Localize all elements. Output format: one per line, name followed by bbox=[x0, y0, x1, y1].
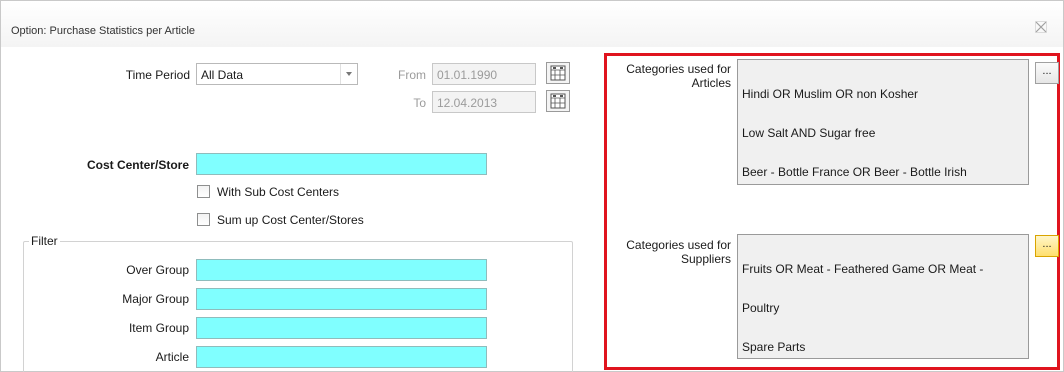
over-group-label: Over Group bbox=[126, 263, 189, 277]
filter-legend: Filter bbox=[29, 234, 60, 248]
title-bar: Option: Purchase Statistics per Article bbox=[1, 1, 1063, 47]
calendar-icon bbox=[550, 65, 566, 81]
from-calendar-button[interactable] bbox=[546, 62, 570, 84]
window-title: Option: Purchase Statistics per Article bbox=[11, 25, 196, 37]
article-category-line: Hindi OR Muslim OR non Kosher bbox=[742, 87, 919, 101]
close-icon[interactable] bbox=[1035, 21, 1049, 35]
supplier-category-line: Spare Parts bbox=[742, 340, 806, 354]
calendar-icon bbox=[550, 93, 566, 109]
browse-articles-categories-button[interactable]: ... bbox=[1035, 62, 1059, 84]
time-period-label: Time Period bbox=[125, 68, 190, 82]
article-category-line: Low Salt AND Sugar free bbox=[742, 126, 876, 140]
over-group-field[interactable] bbox=[196, 259, 487, 281]
time-period-select[interactable]: All Data bbox=[196, 63, 358, 85]
from-label: From bbox=[398, 68, 426, 82]
article-label: Article bbox=[155, 350, 189, 364]
sum-up-cost-centers-label: Sum up Cost Center/Stores bbox=[217, 213, 364, 227]
to-date-field[interactable]: 12.04.2013 bbox=[432, 91, 536, 113]
supplier-category-line: Poultry bbox=[742, 301, 780, 315]
options-dialog: Option: Purchase Statistics per Article … bbox=[0, 0, 1064, 372]
browse-suppliers-categories-button[interactable]: ... bbox=[1035, 235, 1059, 257]
with-sub-cost-centers-checkbox[interactable] bbox=[197, 185, 210, 198]
major-group-field[interactable] bbox=[196, 288, 487, 310]
from-date-value: 01.01.1990 bbox=[437, 68, 498, 82]
item-group-field[interactable] bbox=[196, 317, 487, 339]
sum-up-cost-centers-checkbox[interactable] bbox=[197, 213, 210, 226]
cost-center-label: Cost Center/Store bbox=[86, 158, 189, 172]
item-group-label: Item Group bbox=[128, 321, 189, 335]
to-date-value: 12.04.2013 bbox=[437, 96, 498, 110]
from-date-field[interactable]: 01.01.1990 bbox=[432, 63, 536, 85]
categories-articles-label-line2: Articles bbox=[691, 76, 731, 90]
to-calendar-button[interactable] bbox=[546, 90, 570, 112]
supplier-category-line: Fruits OR Meat - Feathered Game OR Meat … bbox=[742, 262, 984, 276]
categories-suppliers-label-line2: Suppliers bbox=[680, 252, 731, 266]
time-period-value: All Data bbox=[201, 68, 244, 82]
major-group-label: Major Group bbox=[122, 292, 189, 306]
categories-articles-memo[interactable]: Hindi OR Muslim OR non Kosher Low Salt A… bbox=[737, 59, 1029, 185]
categories-suppliers-label-line1: Categories used for bbox=[626, 238, 731, 252]
article-field[interactable] bbox=[196, 346, 487, 368]
chevron-down-icon[interactable] bbox=[340, 64, 357, 84]
to-label: To bbox=[413, 96, 426, 110]
categories-suppliers-memo[interactable]: Fruits OR Meat - Feathered Game OR Meat … bbox=[737, 234, 1029, 359]
article-category-line: Beer - Bottle France OR Beer - Bottle Ir… bbox=[742, 165, 967, 179]
cost-center-field[interactable] bbox=[196, 153, 487, 175]
categories-articles-label-line1: Categories used for bbox=[626, 62, 731, 76]
with-sub-cost-centers-label: With Sub Cost Centers bbox=[217, 185, 340, 199]
